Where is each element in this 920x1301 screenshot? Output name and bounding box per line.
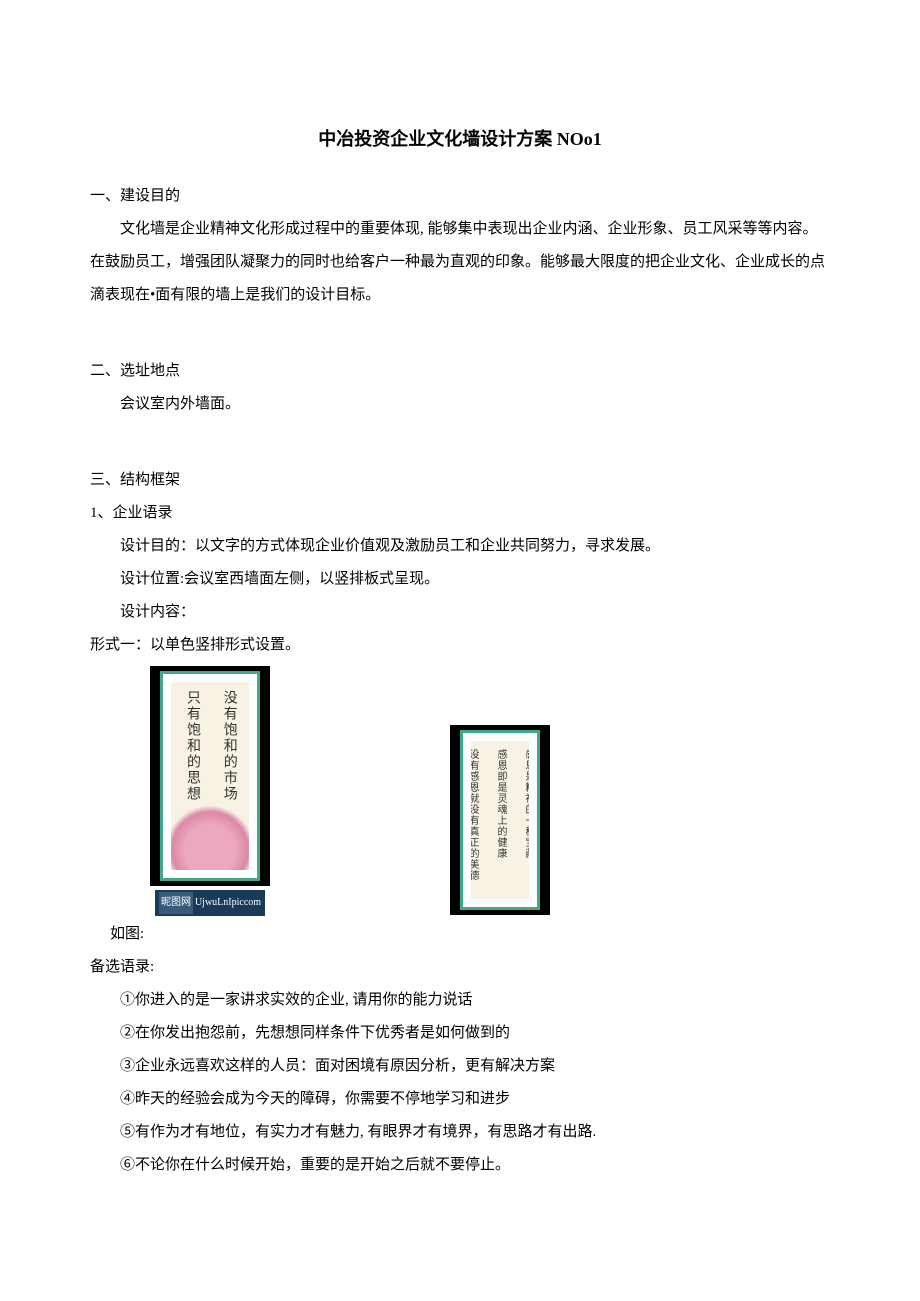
figure-left-column: 只有饱和的思想 没有饱和的市场 昵图网 UjwuLnIpiccom 如图: (150, 666, 270, 951)
lotus-decoration-icon (171, 805, 249, 870)
vertical-text-group: 没有感恩就没有真正的美德 感恩即是灵魂上的健康 感恩是精神的一种宝藏 (471, 749, 529, 881)
purpose-text: 以文字的方式体现企业价值观及激励员工和企业共同努力，寻求发展。 (195, 538, 660, 554)
alternative-quotes-heading: 备选语录: (90, 951, 830, 984)
quote-item: ⑤有作为才有地位，有实力才有魅力, 有眼界才有境界，有思路才有出路. (120, 1116, 830, 1149)
quote-item: ⑥不论你在什么时候开始，重要的是开始之后就不要停止。 (120, 1149, 830, 1182)
location-label: 设计位置: (120, 571, 184, 587)
section-3-heading: 三、结构框架 (90, 464, 830, 497)
image-watermark: 昵图网 UjwuLnIpiccom (155, 890, 265, 916)
scroll-plaque-left: 只有饱和的思想 没有饱和的市场 (150, 666, 270, 886)
scroll-text-line: 感恩是精神的一种宝藏 (517, 749, 529, 881)
quote-item: ③企业永远喜欢这样的人员：面对困境有原因分析，更有解决方案 (120, 1050, 830, 1083)
design-content-label: 设计内容： (90, 596, 830, 629)
quote-item: ①你进入的是一家讲求实效的企业, 请用你的能力说话 (120, 984, 830, 1017)
document-page: 中冶投资企业文化墙设计方案 NOo1 一、建设目的 文化墙是企业精神文化形成过程… (0, 0, 920, 1262)
plaque-border: 只有饱和的思想 没有饱和的市场 (160, 671, 260, 881)
scroll-text-line: 没有感恩就没有真正的美德 (471, 749, 483, 881)
figure-row: 只有饱和的思想 没有饱和的市场 昵图网 UjwuLnIpiccom 如图: 没有… (90, 666, 830, 951)
scroll-text-line: 感恩即是灵魂上的健康 (489, 749, 511, 881)
design-purpose: 设计目的：以文字的方式体现企业价值观及激励员工和企业共同努力，寻求发展。 (90, 530, 830, 563)
scroll-text-line: 没有饱和的市场 (213, 690, 244, 802)
location-text: 会议室西墙面左侧，以竖排板式呈现。 (184, 571, 439, 587)
section-1-heading: 一、建设目的 (90, 180, 830, 213)
watermark-text: UjwuLnIpiccom (195, 892, 261, 914)
section-2-heading: 二、选址地点 (90, 355, 830, 388)
figure-label: 如图: (110, 918, 144, 951)
quote-list: ①你进入的是一家讲求实效的企业, 请用你的能力说话 ②在你发出抱怨前，先想想同样… (90, 984, 830, 1182)
scroll-plaque-right: 没有感恩就没有真正的美德 感恩即是灵魂上的健康 感恩是精神的一种宝藏 (450, 725, 550, 915)
vertical-text-group: 只有饱和的思想 没有饱和的市场 (171, 690, 249, 802)
quote-item: ④昨天的经验会成为今天的障碍，你需要不停地学习和进步 (120, 1083, 830, 1116)
scroll-text-line: 只有饱和的思想 (176, 690, 207, 802)
plaque-mat: 没有感恩就没有真正的美德 感恩即是灵魂上的健康 感恩是精神的一种宝藏 (471, 741, 529, 899)
design-location: 设计位置:会议室西墙面左侧，以竖排板式呈现。 (90, 563, 830, 596)
purpose-label: 设计目的： (120, 538, 195, 554)
figure-right-column: 没有感恩就没有真正的美德 感恩即是灵魂上的健康 感恩是精神的一种宝藏 (450, 725, 550, 915)
quote-item: ②在你发出抱怨前，先想想同样条件下优秀者是如何做到的 (120, 1017, 830, 1050)
plaque-border: 没有感恩就没有真正的美德 感恩即是灵魂上的健康 感恩是精神的一种宝藏 (460, 730, 540, 910)
form-1-heading: 形式一：以单色竖排形式设置。 (90, 629, 830, 662)
section-1-body: 文化墙是企业精神文化形成过程中的重要体现, 能够集中表现出企业内涵、企业形象、员… (90, 213, 830, 312)
document-title: 中冶投资企业文化墙设计方案 NOo1 (90, 120, 830, 160)
watermark-logo: 昵图网 (159, 892, 193, 914)
section-2-body: 会议室内外墙面。 (90, 388, 830, 421)
section-3-item-1-heading: 1、企业语录 (90, 497, 830, 530)
plaque-mat: 只有饱和的思想 没有饱和的市场 (171, 682, 249, 870)
